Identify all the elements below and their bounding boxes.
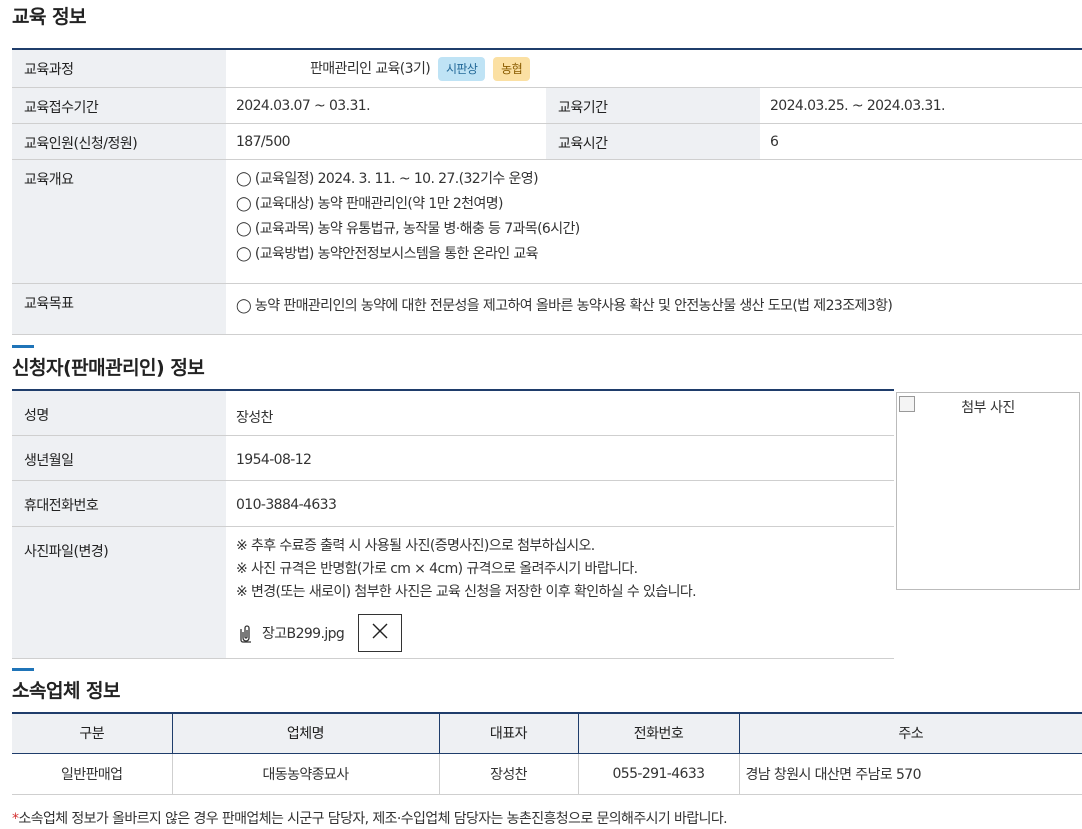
- goal-label: 교육목표: [12, 283, 226, 334]
- applicant-photo-row: 사진파일(변경) ※ 추후 수료증 출력 시 사용될 사진(증명사진)으로 첨부…: [12, 526, 894, 658]
- col-header-phone: 전화번호: [577, 713, 739, 753]
- badge-nonghyup: 농협: [493, 57, 531, 81]
- cell-address: 경남 창원시 대산면 주남로 570: [738, 753, 1082, 795]
- edu-people-row: 교육인원(신청/정원) 187/500 교육시간 6: [12, 123, 1082, 159]
- col-header-ceo: 대표자: [438, 713, 578, 753]
- phone-label: 휴대전화번호: [12, 480, 226, 526]
- overview-line: ◯ (교육과목) 농약 유통법규, 농작물 병·해충 등 7과목(6시간): [236, 220, 580, 237]
- photo-alt-text: 첨부 사진: [961, 400, 1015, 416]
- edu-course-row: 교육과정 판매관리인 교육(3기) 시판상 농협: [12, 49, 1082, 87]
- name-label: 성명: [12, 390, 226, 435]
- edu-goal-row: 교육목표 ◯ 농약 판매관리인의 농약에 대한 전문성을 제고하여 올바른 농약…: [12, 283, 1082, 334]
- photo-note: ※ 추후 수료증 출력 시 사용될 사진(증명사진)으로 첨부하십시오.: [236, 537, 595, 554]
- course-value: 판매관리인 교육(3기): [310, 61, 431, 77]
- company-header-row: 구분 업체명 대표자 전화번호 주소: [12, 713, 1082, 753]
- period-value: 2024.03.25. ~ 2024.03.31.: [770, 97, 945, 114]
- delete-file-button[interactable]: [358, 613, 403, 652]
- edu-section-title: 교육 정보: [12, 6, 87, 28]
- reg-period-label: 교육접수기간: [12, 87, 226, 123]
- birth-value: 1954-08-12: [236, 451, 312, 468]
- cell-type: 일반판매업: [12, 753, 172, 795]
- badge-sipansang: 시판상: [437, 57, 486, 81]
- hours-value: 6: [770, 133, 779, 150]
- attached-photo: 첨부 사진: [896, 392, 1080, 590]
- photo-label: 사진파일(변경): [12, 526, 226, 658]
- cell-company: 대동농약종묘사: [171, 753, 439, 795]
- applicant-phone-row: 휴대전화번호 010-3884-4633: [12, 480, 894, 526]
- people-value: 187/500: [236, 133, 291, 150]
- overview-cell: ◯ (교육일정) 2024. 3. 11. ~ 10. 27.(32기수 운영)…: [226, 159, 1082, 283]
- course-label: 교육과정: [12, 49, 226, 87]
- applicant-info-table: 성명 장성찬 생년월일 1954-08-12 휴대전화번호 010-3884-4…: [12, 389, 894, 659]
- people-label: 교육인원(신청/정원): [12, 123, 226, 159]
- photo-note: ※ 변경(또는 새로이) 첨부한 사진은 교육 신청을 저장한 이후 확인하실 …: [236, 583, 697, 600]
- attached-file: 장고B299.jpg: [236, 613, 884, 652]
- applicant-name-row: 성명 장성찬: [12, 390, 894, 435]
- col-header-address: 주소: [738, 713, 1082, 753]
- company-footnote: *소속업체 정보가 올바르지 않은 경우 판매업체는 시군구 담당자, 제조·수…: [12, 808, 728, 828]
- company-section-title: 소속업체 정보: [12, 680, 121, 702]
- name-value: 장성찬: [236, 410, 273, 426]
- company-table: 구분 업체명 대표자 전화번호 주소 일반판매업 대동농약종묘사 장성찬 055…: [12, 712, 1082, 795]
- footnote-text: 소속업체 정보가 올바르지 않은 경우 판매업체는 시군구 담당자, 제조·수입…: [18, 811, 727, 827]
- cell-phone: 055-291-4633: [577, 753, 739, 795]
- course-cell: 판매관리인 교육(3기) 시판상 농협: [226, 49, 1082, 87]
- applicant-section-title: 신청자(판매관리인) 정보: [12, 357, 205, 379]
- period-label: 교육기간: [546, 87, 760, 123]
- col-header-company: 업체명: [171, 713, 439, 753]
- file-name[interactable]: 장고B299.jpg: [262, 623, 345, 643]
- company-section-accent: [12, 668, 34, 671]
- edu-info-table: 교육과정 판매관리인 교육(3기) 시판상 농협 교육접수기간 2024.03.…: [12, 48, 1082, 335]
- overview-line: ◯ (교육방법) 농약안전정보시스템을 통한 온라인 교육: [236, 245, 539, 262]
- edu-period-row: 교육접수기간 2024.03.07 ~ 03.31. 교육기간 2024.03.…: [12, 87, 1082, 123]
- photo-cell: ※ 추후 수료증 출력 시 사용될 사진(증명사진)으로 첨부하십시오. ※ 사…: [226, 526, 894, 658]
- close-icon: [371, 622, 389, 644]
- reg-period-value: 2024.03.07 ~ 03.31.: [236, 97, 371, 114]
- table-row: 일반판매업 대동농약종묘사 장성찬 055-291-4633 경남 창원시 대산…: [12, 753, 1082, 795]
- overview-line: ◯ (교육일정) 2024. 3. 11. ~ 10. 27.(32기수 운영): [236, 170, 539, 187]
- photo-note: ※ 사진 규격은 반명함(가로 cm × 4cm) 규격으로 올려주시기 바랍니…: [236, 560, 638, 577]
- overview-line: ◯ (교육대상) 농약 판매관리인(약 1만 2천여명): [236, 195, 503, 212]
- cell-ceo: 장성찬: [438, 753, 578, 795]
- paperclip-icon: [236, 622, 258, 644]
- hours-label: 교육시간: [546, 123, 760, 159]
- edu-overview-row: 교육개요 ◯ (교육일정) 2024. 3. 11. ~ 10. 27.(32기…: [12, 159, 1082, 283]
- overview-label: 교육개요: [12, 159, 226, 283]
- col-header-type: 구분: [12, 713, 172, 753]
- applicant-section-accent: [12, 345, 34, 348]
- phone-value: 010-3884-4633: [236, 496, 337, 513]
- birth-label: 생년월일: [12, 435, 226, 480]
- applicant-birth-row: 생년월일 1954-08-12: [12, 435, 894, 480]
- goal-value: ◯ 농약 판매관리인의 농약에 대한 전문성을 제고하여 올바른 농약사용 확산…: [236, 297, 893, 314]
